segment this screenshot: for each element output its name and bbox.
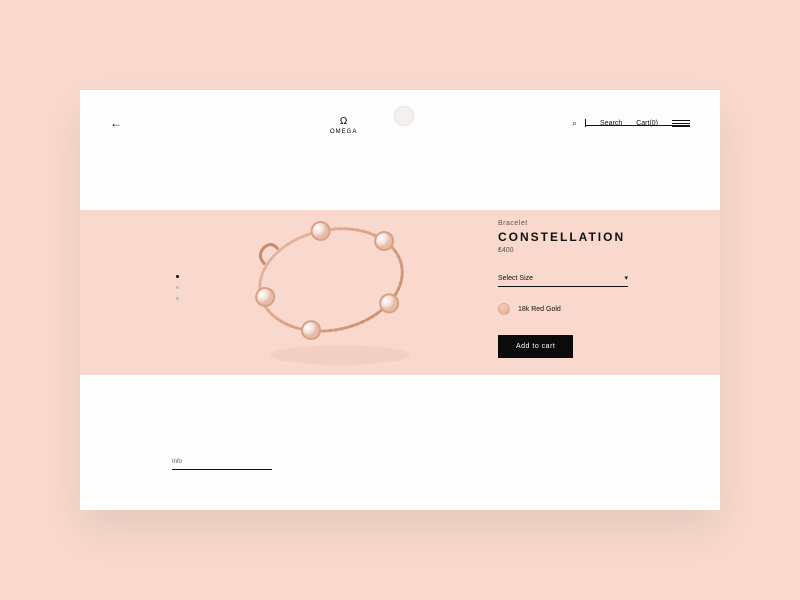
brand-logo[interactable]: Ω OMEGA <box>330 112 357 135</box>
hero-band: Bracelet CONSTELLATION ₤400 Select Size … <box>80 210 720 375</box>
brand-mark: Ω <box>340 116 347 127</box>
avatar[interactable] <box>394 106 414 126</box>
carousel-dots <box>176 275 179 300</box>
carousel-dot-2[interactable] <box>176 286 179 289</box>
product-price: ₤400 <box>498 247 668 254</box>
add-to-cart-button[interactable]: Add to cart <box>498 335 573 358</box>
brand-name: OMEGA <box>330 129 357 135</box>
material-swatch-icon <box>498 303 510 315</box>
material-option[interactable]: 18k Red Gold <box>498 303 668 315</box>
back-arrow-icon[interactable]: ← <box>110 116 121 130</box>
footer: Info <box>172 459 272 470</box>
header-right: ⌕ Search Cart(0) <box>572 118 690 129</box>
product-panel: Bracelet CONSTELLATION ₤400 Select Size … <box>498 220 668 358</box>
size-select[interactable]: Select Size ▾ <box>498 270 628 287</box>
header-underline <box>585 125 690 126</box>
search-icon[interactable]: ⌕ <box>572 118 577 129</box>
product-title: CONSTELLATION <box>498 230 668 244</box>
chevron-down-icon: ▾ <box>624 274 628 282</box>
header: ← Ω OMEGA ⌕ Search Cart(0) <box>80 108 720 138</box>
product-image <box>230 175 430 375</box>
product-category: Bracelet <box>498 220 668 227</box>
material-label: 18k Red Gold <box>518 306 561 313</box>
info-link[interactable]: Info <box>172 459 272 470</box>
product-page: ← Ω OMEGA ⌕ Search Cart(0) <box>80 90 720 510</box>
carousel-dot-3[interactable] <box>176 297 179 300</box>
size-select-label: Select Size <box>498 275 533 282</box>
carousel-dot-1[interactable] <box>176 275 179 278</box>
